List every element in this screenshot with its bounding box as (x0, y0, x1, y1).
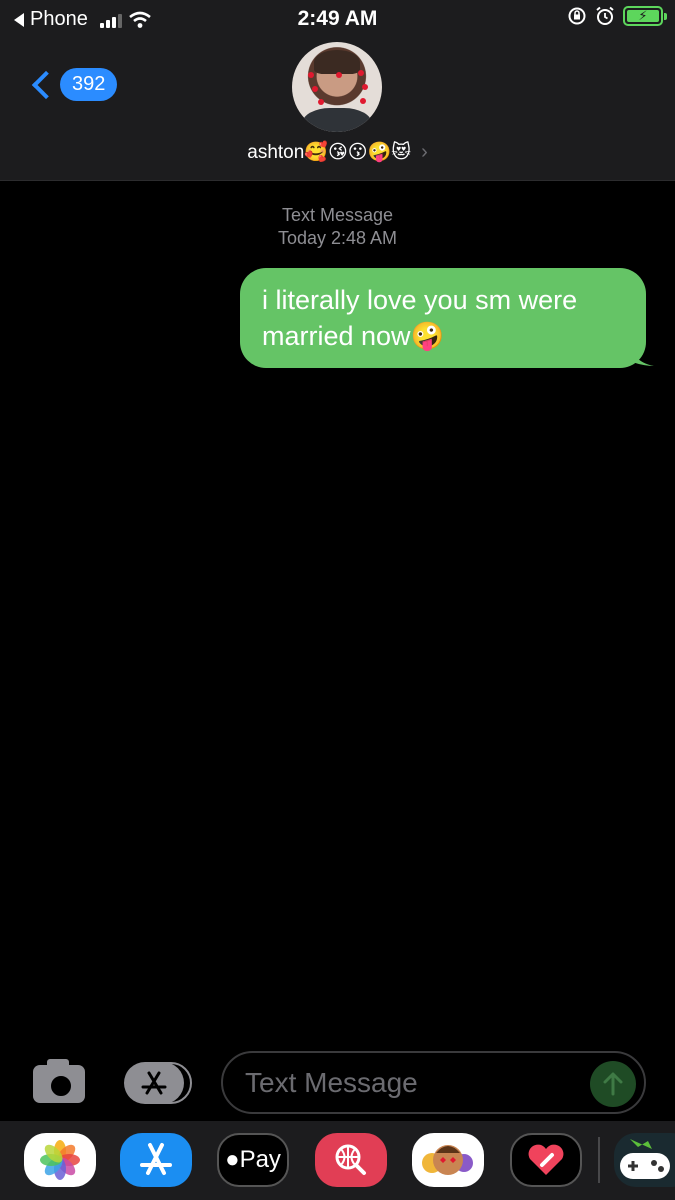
heart-decoration (362, 84, 368, 90)
app-store-button[interactable] (124, 1062, 192, 1104)
orientation-lock-icon (568, 7, 586, 25)
arrow-up-icon (603, 1072, 623, 1096)
avatar-shirt (302, 108, 372, 132)
alarm-icon (596, 6, 614, 25)
contact-name: ashton🥰😘😗🤪😻 (247, 142, 412, 163)
bubble-tail (628, 340, 654, 366)
camera-icon[interactable] (33, 1059, 85, 1103)
web-search-app-button[interactable] (315, 1133, 387, 1187)
imessage-app-drawer: ● Pay (0, 1121, 675, 1200)
message-metadata: Text Message Today 2:48 AM (0, 204, 675, 250)
charging-bolt-icon: ⚡ (627, 8, 659, 23)
battery-icon: ⚡ (623, 6, 667, 26)
heart-decoration (318, 99, 324, 105)
apple-pay-label: Pay (239, 1146, 281, 1173)
chevron-right-icon: › (421, 140, 428, 163)
message-input-field[interactable] (221, 1051, 646, 1114)
app-store-icon (140, 1143, 172, 1175)
app-store-icon (124, 1062, 184, 1104)
message-timestamp: Today 2:48 AM (277, 228, 398, 248)
contact-avatar[interactable] (292, 42, 382, 132)
heart-decoration (360, 98, 366, 104)
back-button[interactable]: 392 (28, 68, 118, 101)
conversation-header: 392 ashton🥰😘😗🤪😻 › (0, 36, 675, 181)
send-button[interactable] (590, 1061, 636, 1107)
heart-decoration (358, 70, 364, 76)
digital-touch-app-button[interactable] (510, 1133, 582, 1187)
memoji-app-button[interactable] (412, 1133, 484, 1187)
photos-app-button[interactable] (24, 1133, 96, 1187)
game-controller-icon (620, 1139, 670, 1179)
apple-pay-app-button[interactable]: ● Pay (217, 1133, 289, 1187)
sent-message-bubble[interactable]: i literally love you sm were married now… (240, 268, 646, 368)
heart-decoration (312, 86, 318, 92)
photos-icon (40, 1140, 80, 1180)
globe-search-icon (335, 1144, 366, 1175)
avatar-hair (314, 50, 360, 74)
memoji-stickers-icon (422, 1145, 473, 1175)
compose-bar (0, 1040, 675, 1124)
unread-count-badge: 392 (60, 68, 118, 101)
message-input[interactable] (245, 1065, 575, 1101)
heart-decoration (336, 72, 342, 78)
status-bar: Phone 2:49 AM ⚡ (0, 0, 675, 36)
contact-name-row[interactable]: ashton🥰😘😗🤪😻 › (0, 140, 675, 164)
chevron-left-icon (31, 70, 61, 99)
heart-touch-icon (528, 1144, 564, 1175)
apple-logo-icon: ● (225, 1146, 240, 1173)
app-store-app-button[interactable] (120, 1133, 192, 1187)
drawer-divider (598, 1137, 600, 1183)
heart-decoration (308, 72, 314, 78)
service-label: Text Message (281, 205, 394, 225)
game-app-button[interactable] (614, 1133, 675, 1187)
